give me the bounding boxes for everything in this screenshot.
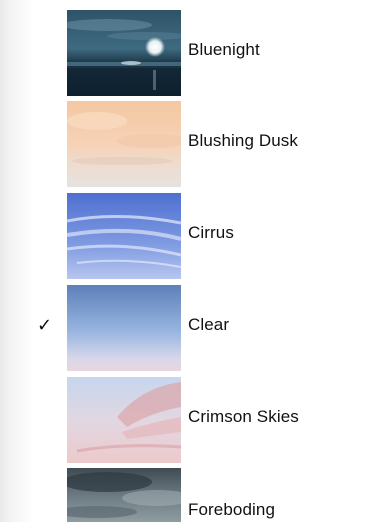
- menu-item-label: Cirrus: [188, 223, 234, 242]
- menu-item-label: Crimson Skies: [188, 407, 299, 426]
- menu-item-crimson-skies[interactable]: Crimson Skies: [0, 377, 385, 465]
- blushing-dusk-thumbnail: [67, 101, 181, 187]
- bluenight-thumbnail: [67, 10, 181, 96]
- checkmark-icon: ✓: [37, 315, 53, 335]
- menu-item-cirrus[interactable]: Cirrus: [0, 193, 385, 281]
- menu-item-foreboding[interactable]: Foreboding: [0, 468, 385, 522]
- menu-item-label: Clear: [188, 315, 230, 334]
- menu-item-label: Blushing Dusk: [188, 131, 298, 150]
- clear-thumbnail: [67, 285, 181, 371]
- crimson-skies-thumbnail: [67, 377, 181, 463]
- menu-item-clear[interactable]: ✓ Clear: [0, 285, 385, 373]
- cirrus-thumbnail: [67, 193, 181, 279]
- skybox-menu: Bluenight Blushing Dusk Cirrus ✓ Clear C…: [0, 0, 385, 522]
- foreboding-thumbnail: [67, 468, 181, 522]
- menu-item-blushing-dusk[interactable]: Blushing Dusk: [0, 101, 385, 189]
- menu-item-label: Bluenight: [188, 40, 260, 59]
- menu-item-bluenight[interactable]: Bluenight: [0, 10, 385, 98]
- menu-item-label: Foreboding: [188, 500, 276, 519]
